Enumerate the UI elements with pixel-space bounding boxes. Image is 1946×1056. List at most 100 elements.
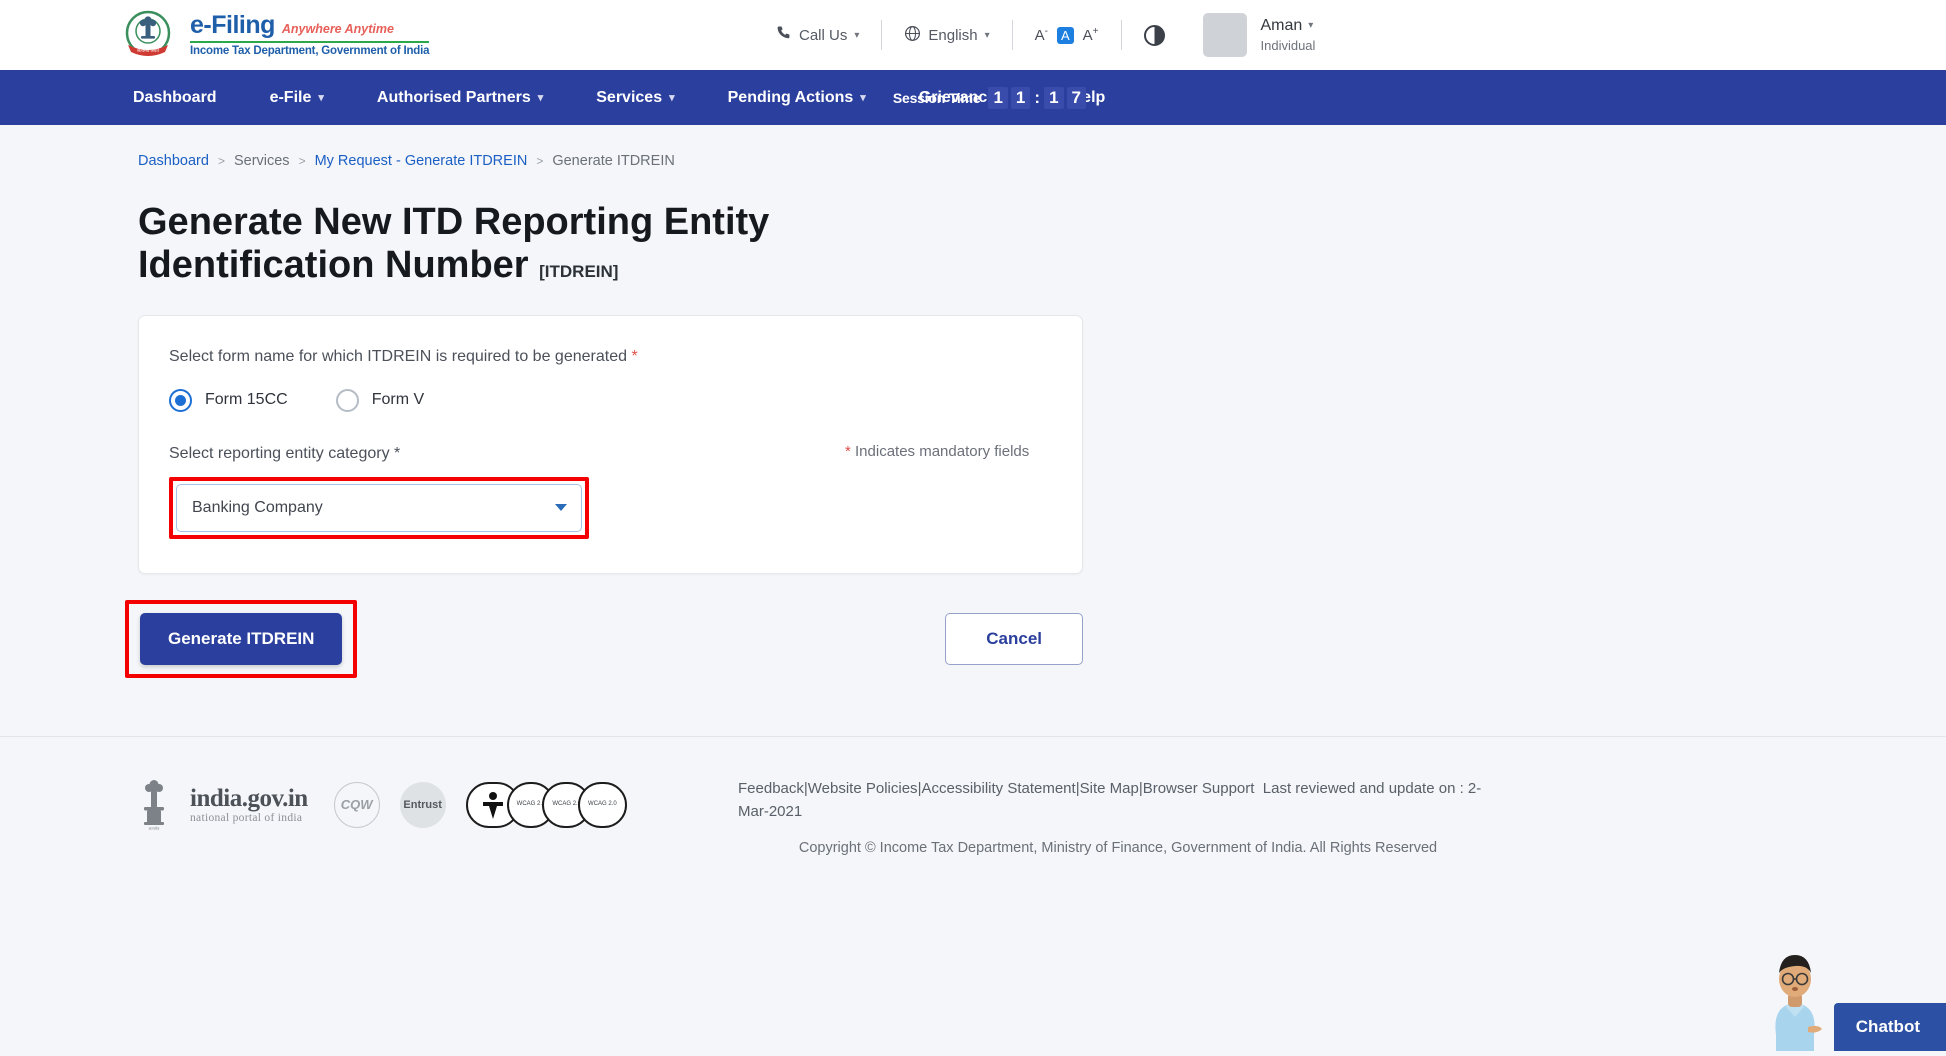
header-utilities: Call Us ▾ English ▾ A- A A+ Aman ▾ Ind: [760, 0, 1315, 70]
wcag-badge-text: WCAG 2.0: [517, 801, 546, 809]
nav-item-authorised-partners[interactable]: Authorised Partners ▾: [377, 89, 543, 107]
svg-text:सत्यमेव जयते: सत्यमेव जयते: [137, 47, 159, 53]
wcag-badge: WCAG 2.0: [578, 782, 627, 828]
footer-link-accessibility-statement[interactable]: Accessibility Statement: [921, 780, 1075, 797]
page-content: Dashboard > Services > My Request - Gene…: [0, 125, 1946, 917]
cancel-button[interactable]: Cancel: [945, 613, 1083, 665]
breadcrumb-item-my-request[interactable]: My Request - Generate ITDREIN: [315, 153, 528, 169]
generate-itdrein-button[interactable]: Generate ITDREIN: [140, 613, 342, 665]
required-star: *: [394, 445, 400, 462]
session-timer: Session Time 1 1 : 1 7: [893, 87, 1086, 109]
user-name-label: Aman: [1261, 15, 1303, 37]
footer-link-browser-support[interactable]: Browser Support: [1143, 780, 1255, 797]
user-menu[interactable]: Aman ▾ Individual: [1261, 15, 1316, 54]
nav-item-pending-actions[interactable]: Pending Actions ▾: [728, 89, 866, 107]
session-digit: 1: [1044, 87, 1063, 109]
wcag-badge-text: WCAG 2.0: [552, 801, 581, 809]
form-name-label: Select form name for which ITDREIN is re…: [169, 348, 1082, 366]
chevron-down-icon: ▾: [985, 30, 990, 41]
top-utility-bar: सत्यमेव जयते e-Filing Anywhere Anytime I…: [0, 0, 1946, 70]
nav-item-dashboard[interactable]: Dashboard: [133, 89, 217, 107]
font-increase-button[interactable]: A+: [1083, 26, 1099, 44]
contrast-toggle[interactable]: [1128, 25, 1181, 46]
chevron-down-icon: [555, 504, 567, 511]
breadcrumb-separator: >: [299, 154, 306, 168]
main-navigation: Dashboard e-File▾ Authorised Partners▾ S…: [0, 70, 1946, 125]
cqw-badge-text: CQW: [341, 797, 373, 812]
category-label-text: Select reporting entity category: [169, 445, 390, 462]
radio-label: Form V: [372, 391, 424, 409]
breadcrumb-item-dashboard[interactable]: Dashboard: [138, 153, 209, 169]
radio-form-v[interactable]: Form V: [336, 389, 424, 412]
mandatory-note-text: Indicates mandatory fields: [855, 443, 1029, 460]
breadcrumb-separator: >: [218, 154, 225, 168]
category-selected-value: Banking Company: [192, 499, 323, 517]
brand-text: e-Filing Anywhere Anytime Income Tax Dep…: [190, 13, 429, 58]
chevron-down-icon: ▾: [669, 91, 675, 104]
chevron-down-icon: ▾: [860, 91, 866, 104]
font-normal-button[interactable]: A: [1057, 27, 1074, 44]
mandatory-fields-note: * Indicates mandatory fields: [845, 443, 1029, 460]
brand-subtitle: Income Tax Department, Government of Ind…: [190, 43, 429, 58]
brand-title: e-Filing: [190, 13, 275, 38]
chevron-down-icon: ▾: [854, 30, 859, 41]
entrust-badge-text: Entrust: [403, 799, 442, 811]
entrust-badge-icon: Entrust: [400, 782, 446, 828]
call-us-menu[interactable]: Call Us ▾: [760, 25, 875, 45]
nav-label: Services: [596, 89, 662, 107]
chatbot-button[interactable]: Chatbot: [1834, 1003, 1946, 1051]
chatbot-widget[interactable]: Chatbot: [1756, 941, 1946, 1051]
india-emblem-icon: सत्यमेव जयते: [120, 7, 176, 63]
radio-unselected-icon: [336, 389, 359, 412]
required-star: *: [631, 348, 637, 365]
phone-icon: [776, 25, 792, 45]
breadcrumb-separator: >: [536, 154, 543, 168]
radio-selected-icon: [169, 389, 192, 412]
required-star: *: [845, 443, 851, 460]
utility-divider: [1121, 20, 1122, 50]
font-size-controls: A- A A+: [1019, 26, 1115, 44]
session-digit: 7: [1067, 87, 1086, 109]
footer-logos: सत्यमेव india.gov.in national portal of …: [138, 779, 627, 831]
radio-form-15cc[interactable]: Form 15CC: [169, 389, 288, 412]
breadcrumb: Dashboard > Services > My Request - Gene…: [138, 125, 1946, 169]
utility-divider: [1012, 20, 1013, 50]
wcag-badges: WCAG 2.0 WCAG 2.0 WCAG 2.0: [466, 782, 627, 828]
call-us-label: Call Us: [799, 27, 847, 44]
footer-link-site-map[interactable]: Site Map: [1080, 780, 1139, 797]
india-gov-title: india.gov.in: [190, 786, 308, 812]
nav-item-efile[interactable]: e-File▾: [270, 89, 324, 107]
font-decrease-button[interactable]: A-: [1035, 26, 1048, 44]
radio-label: Form 15CC: [205, 391, 288, 409]
breadcrumb-item-services[interactable]: Services: [234, 153, 290, 169]
footer-link-website-policies[interactable]: Website Policies: [808, 780, 918, 797]
footer-links: Feedback|Website Policies|Accessibility …: [738, 777, 1498, 824]
nav-label: Authorised Partners: [377, 89, 531, 107]
contrast-icon: [1144, 25, 1165, 46]
session-digit: 1: [1011, 87, 1030, 109]
breadcrumb-item-current: Generate ITDREIN: [552, 153, 675, 169]
generate-highlight-box: Generate ITDREIN: [125, 600, 357, 678]
wcag-badge-text: WCAG 2.0: [588, 801, 617, 809]
chevron-down-icon: ▾: [538, 91, 544, 104]
language-label: English: [928, 27, 977, 44]
nav-item-services[interactable]: Services ▾: [596, 89, 674, 107]
avatar[interactable]: [1203, 13, 1247, 57]
reporting-entity-category-select[interactable]: Banking Company: [176, 484, 582, 532]
nav-label: e-File: [270, 89, 312, 107]
category-highlight-box: Banking Company: [169, 477, 589, 539]
form-name-label-text: Select form name for which ITDREIN is re…: [169, 348, 627, 365]
form-name-radio-group: Form 15CC Form V: [169, 389, 1082, 412]
utility-divider: [881, 20, 882, 50]
session-time-label: Session Time: [893, 90, 981, 106]
language-menu[interactable]: English ▾: [888, 25, 1005, 46]
cqw-badge-icon: CQW: [334, 782, 380, 828]
nav-label: Pending Actions: [728, 89, 854, 107]
svg-text:सत्यमेव: सत्यमेव: [149, 826, 161, 831]
page-title-suffix: [ITDREIN]: [539, 262, 618, 281]
session-digit: 1: [988, 87, 1007, 109]
footer-link-feedback[interactable]: Feedback: [738, 780, 804, 797]
brand-logo[interactable]: सत्यमेव जयते e-Filing Anywhere Anytime I…: [120, 7, 429, 63]
india-gov-logo[interactable]: india.gov.in national portal of india: [190, 786, 308, 824]
chevron-down-icon: ▾: [1308, 19, 1313, 33]
